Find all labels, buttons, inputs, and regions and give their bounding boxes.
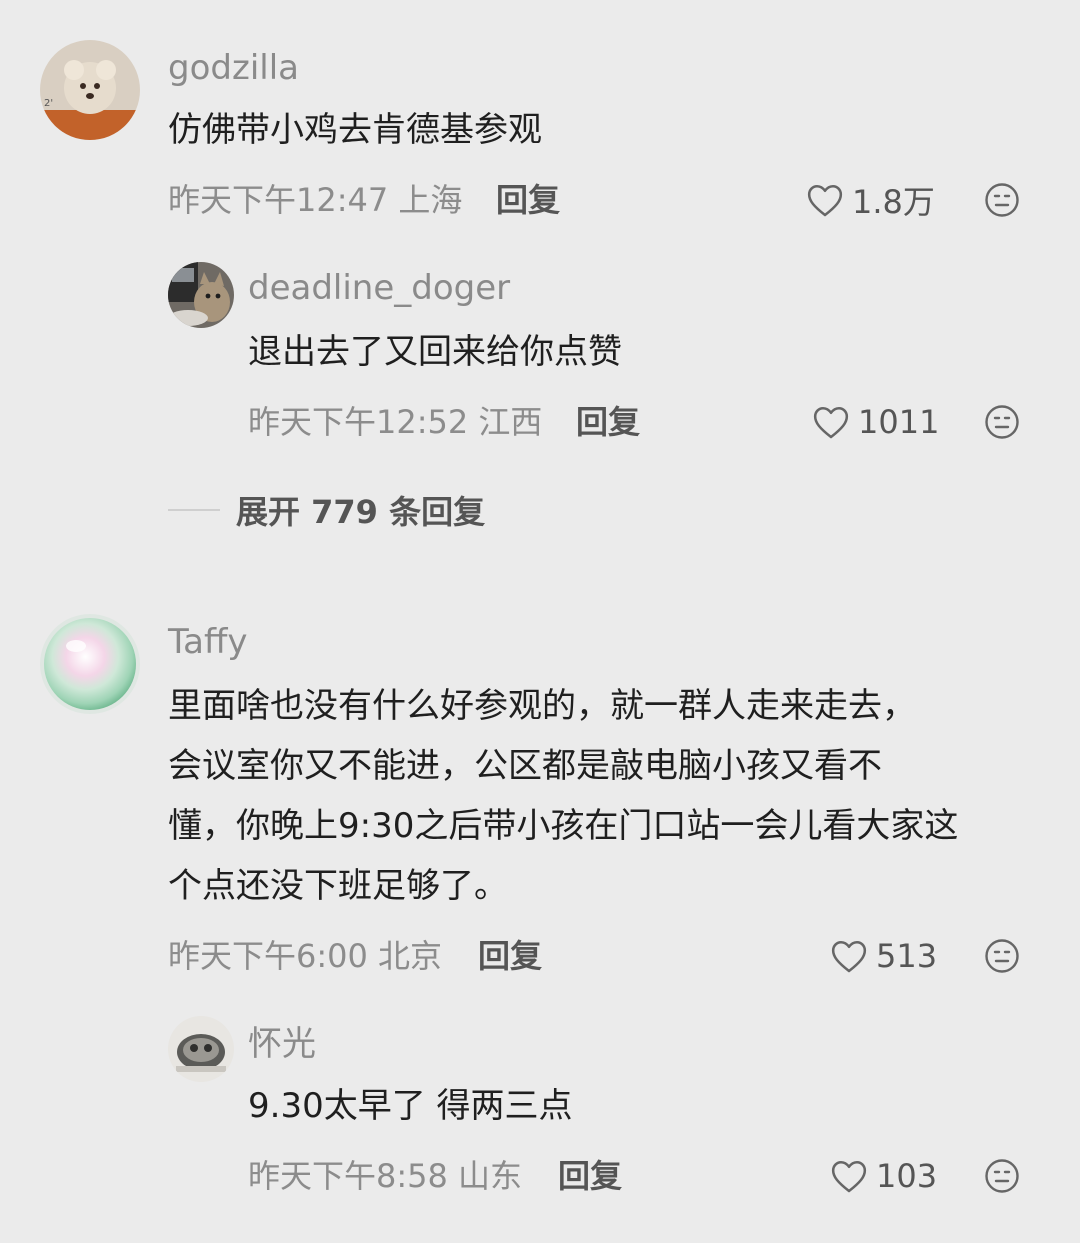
- like-count: 103: [876, 1157, 938, 1195]
- reply-text: 退出去了又回来给你点赞: [248, 332, 622, 372]
- reply-timestamp-location: 昨天下午12:52 江西: [248, 403, 543, 441]
- smiley-face-icon[interactable]: [984, 182, 1020, 218]
- comment-text-line: 懂，你晚上9:30之后带小孩在门口站一会儿看大家这: [168, 806, 959, 846]
- heart-outline-icon: [831, 1160, 867, 1193]
- reply-username[interactable]: 怀光: [248, 1024, 316, 1064]
- comment-text-line: 里面啥也没有什么好参观的，就一群人走来走去，: [168, 686, 916, 726]
- like-button[interactable]: 1011: [812, 402, 939, 442]
- comment-timestamp-location: 昨天下午12:47 上海: [168, 181, 463, 219]
- comment-text-line: 个点还没下班足够了。: [168, 866, 508, 906]
- like-count: 513: [876, 937, 938, 975]
- comment-timestamp-location: 昨天下午6:00 北京: [168, 937, 443, 975]
- comment-text: 仿佛带小鸡去肯德基参观: [168, 110, 542, 150]
- smiley-face-icon[interactable]: [984, 404, 1020, 440]
- avatar-huaiguang[interactable]: [168, 1016, 234, 1082]
- like-button[interactable]: 103: [830, 1156, 937, 1196]
- like-button[interactable]: 513: [830, 936, 937, 976]
- comment-text-line: 会议室你又不能进，公区都是敲电脑小孩又看不: [168, 746, 882, 786]
- reply-timestamp-location: 昨天下午8:58 山东: [248, 1157, 523, 1195]
- expand-replies-button[interactable]: 展开 779 条回复: [168, 490, 486, 531]
- expand-replies-label: 展开 779 条回复: [236, 493, 486, 531]
- divider-line: [168, 509, 220, 511]
- svg-text:2': 2': [44, 98, 53, 109]
- heart-outline-icon: [813, 406, 849, 439]
- heart-outline-icon: [831, 940, 867, 973]
- comment-username[interactable]: godzilla: [168, 48, 299, 88]
- heart-outline-icon: [807, 184, 843, 217]
- like-count: 1.8万: [852, 183, 935, 221]
- like-button[interactable]: 1.8万: [806, 180, 935, 221]
- reply-button[interactable]: 回复: [558, 1156, 622, 1196]
- avatar-deadline-doger[interactable]: [168, 262, 234, 328]
- like-count: 1011: [858, 403, 940, 441]
- reply-button[interactable]: 回复: [496, 180, 560, 220]
- avatar-godzilla[interactable]: 2': [40, 40, 140, 140]
- reply-button[interactable]: 回复: [478, 936, 542, 976]
- smiley-face-icon[interactable]: [984, 1158, 1020, 1194]
- reply-text: 9.30太早了 得两三点: [248, 1086, 573, 1126]
- avatar-taffy[interactable]: [40, 614, 140, 714]
- reply-username[interactable]: deadline_doger: [248, 268, 510, 308]
- smiley-face-icon[interactable]: [984, 938, 1020, 974]
- comment-text: 里面啥也没有什么好参观的，就一群人走来走去， 会议室你又不能进，公区都是敲电脑小…: [168, 676, 1058, 916]
- reply-button[interactable]: 回复: [576, 402, 640, 442]
- comment-username[interactable]: Taffy: [168, 622, 248, 662]
